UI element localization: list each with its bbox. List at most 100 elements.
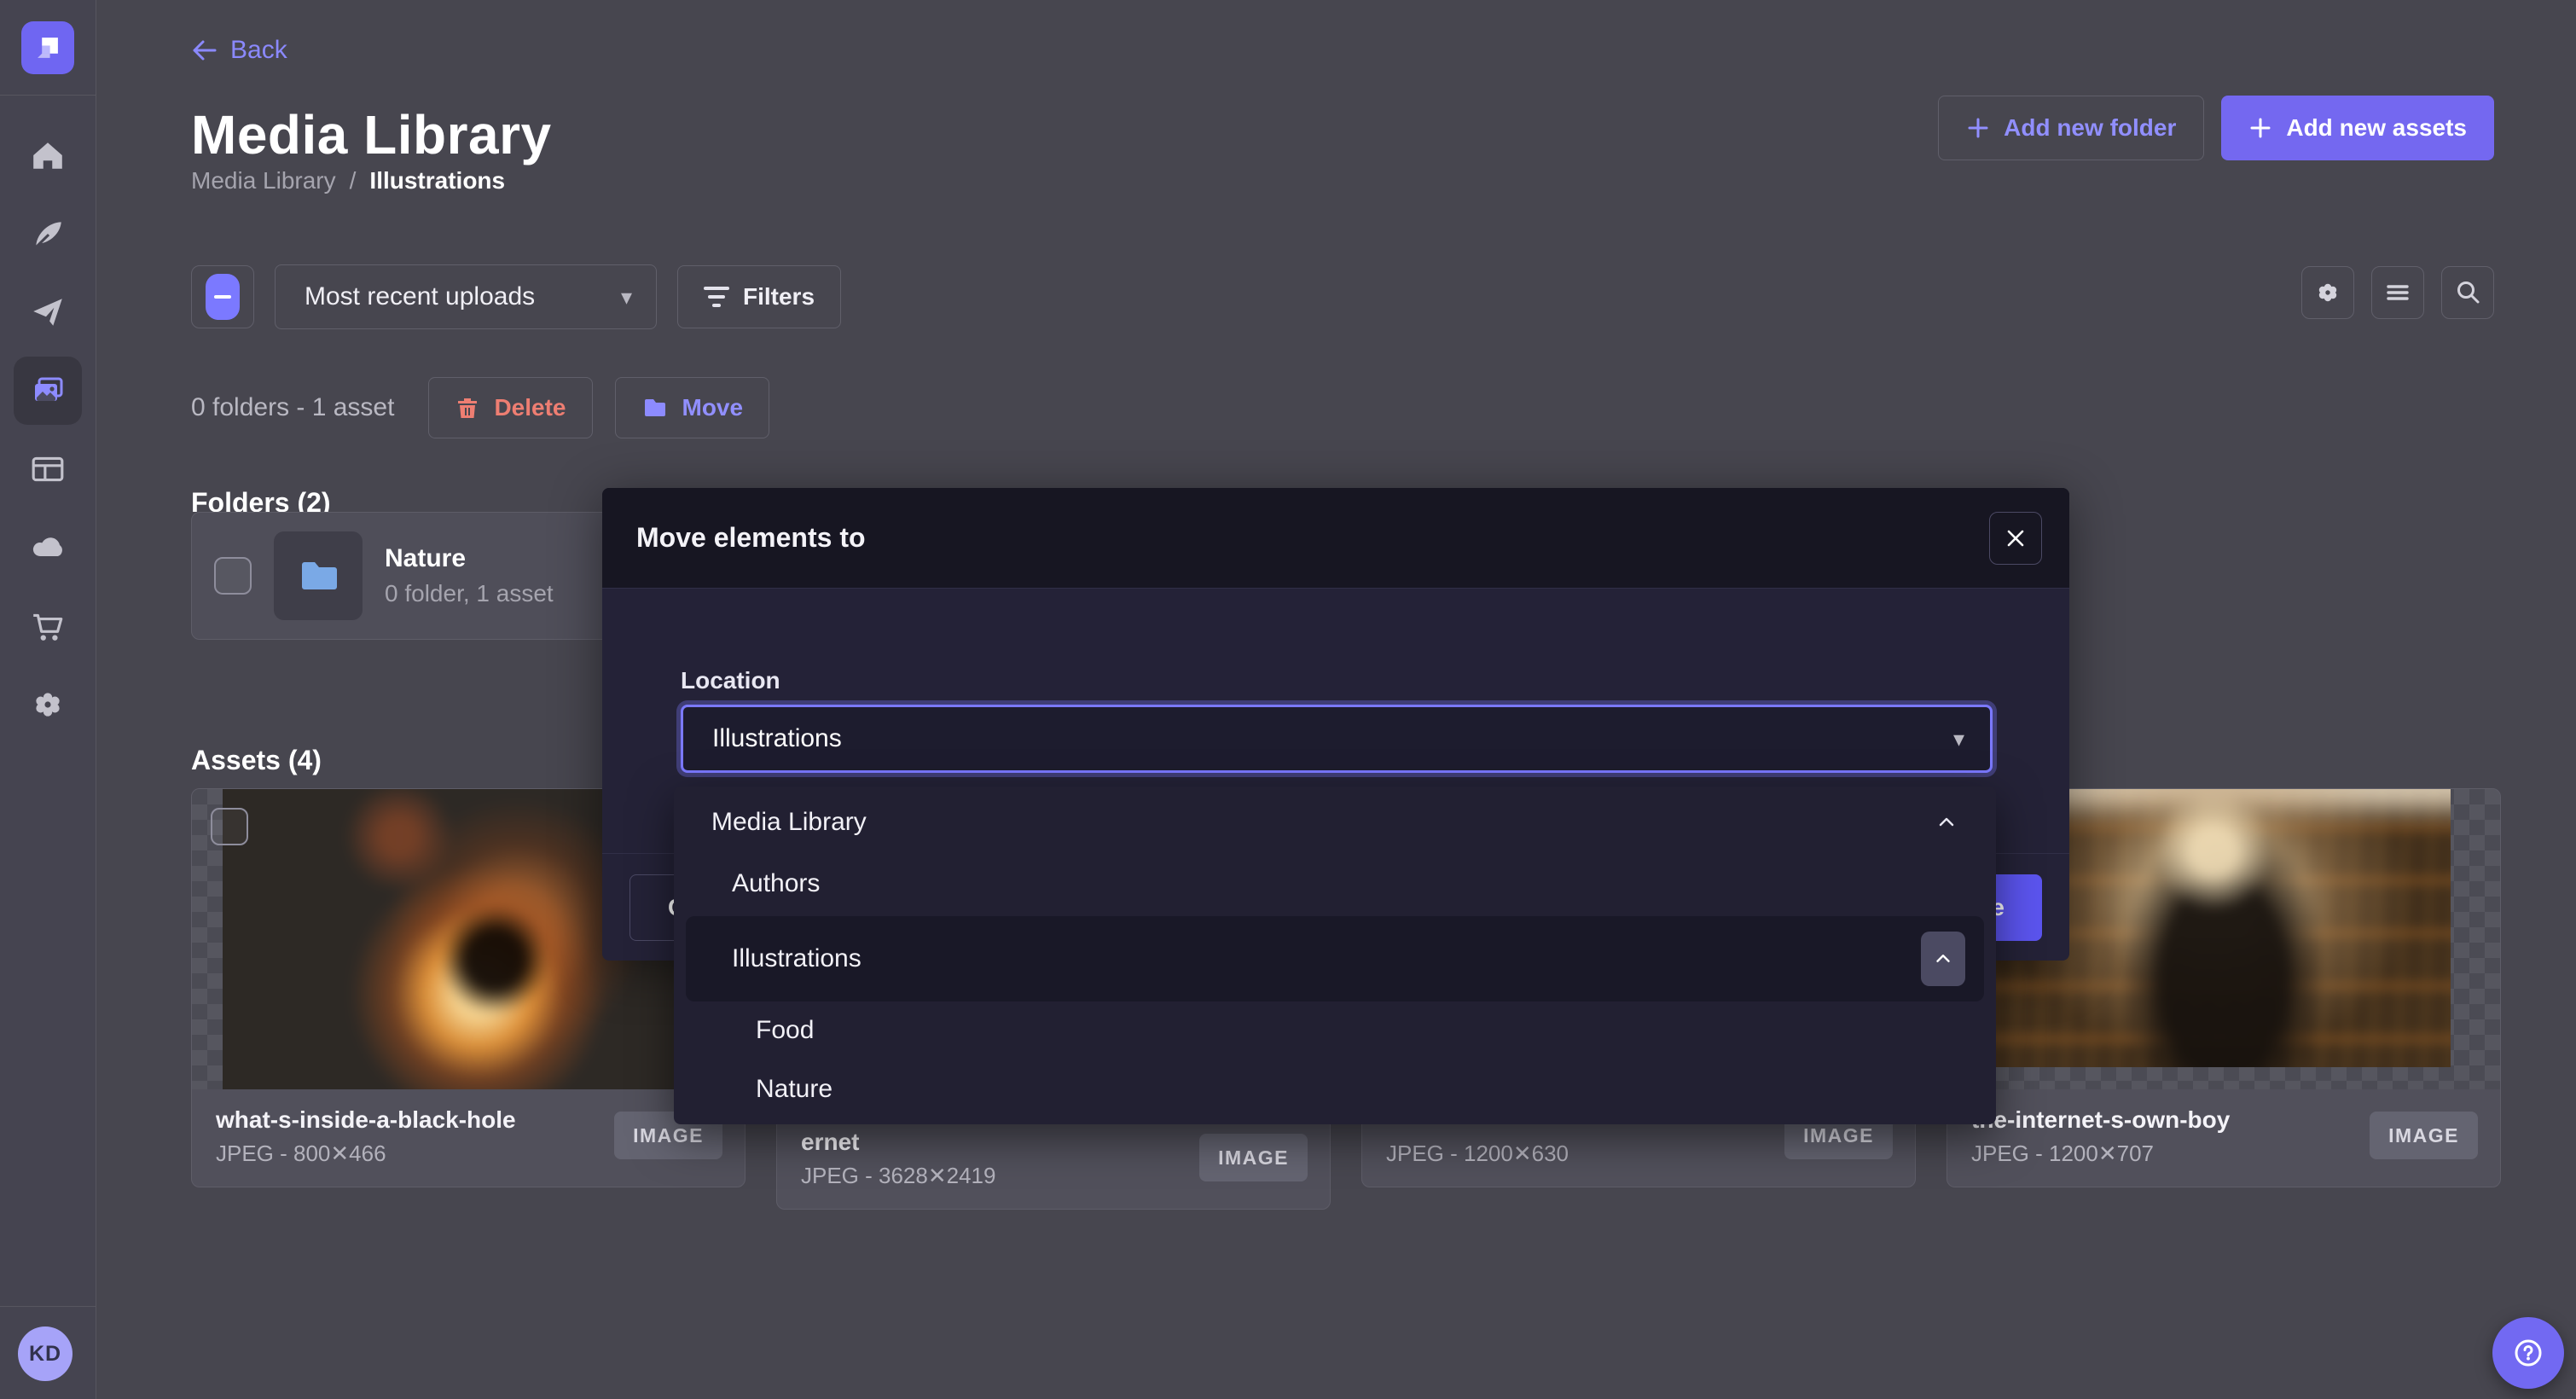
header-actions: Add new folder Add new assets	[1938, 96, 2494, 160]
option-label: Food	[756, 1016, 814, 1045]
move-button[interactable]: Move	[615, 377, 770, 438]
sort-select[interactable]: Most recent uploads ▾	[275, 264, 657, 329]
option-nature[interactable]: Nature	[674, 1060, 1996, 1119]
sidebar-item-settings[interactable]	[0, 665, 96, 744]
back-arrow-icon	[191, 37, 218, 64]
back-label: Back	[230, 36, 287, 65]
home-icon	[30, 137, 66, 173]
cart-icon	[30, 608, 66, 644]
configure-view-button[interactable]	[2301, 266, 2354, 319]
location-select[interactable]: Illustrations ▾	[681, 705, 1993, 773]
option-label: Illustrations	[732, 944, 862, 973]
location-label: Location	[681, 667, 780, 694]
move-label: Move	[682, 394, 744, 421]
folder-meta: 0 folder, 1 asset	[385, 580, 554, 607]
delete-button[interactable]: Delete	[428, 377, 592, 438]
chevron-up-icon	[1932, 948, 1954, 970]
add-new-folder-button[interactable]: Add new folder	[1938, 96, 2204, 160]
media-library-app: KD Back Media Library Media Library / Il…	[0, 0, 2576, 1399]
select-all-checkbox[interactable]	[191, 265, 254, 328]
option-label: Nature	[756, 1075, 833, 1104]
asset-label: what-s-inside-a-black-hole JPEG - 800✕46…	[192, 1089, 745, 1187]
modal-close-button[interactable]	[1989, 512, 2042, 565]
close-icon	[2005, 527, 2027, 549]
list-icon	[2383, 278, 2412, 307]
delete-label: Delete	[494, 394, 566, 421]
avatar-initials: KD	[29, 1342, 61, 1367]
gear-icon	[30, 687, 66, 723]
modal-header: Move elements to	[602, 488, 2069, 589]
modal-title: Move elements to	[636, 522, 866, 554]
breadcrumb-separator: /	[350, 167, 357, 194]
collapse-button[interactable]	[1921, 932, 1965, 986]
add-new-assets-button[interactable]: Add new assets	[2221, 96, 2494, 160]
folder-name: Nature	[385, 544, 554, 573]
sort-value: Most recent uploads	[305, 282, 535, 311]
breadcrumb-current: Illustrations	[369, 167, 505, 194]
folder-blue-icon	[295, 553, 341, 599]
plus-icon	[1966, 116, 1990, 140]
sidebar-item-content-builder[interactable]	[0, 194, 96, 273]
sidebar-item-content-manager[interactable]	[0, 430, 96, 508]
add-folder-label: Add new folder	[2004, 114, 2176, 142]
question-mark-icon	[2509, 1334, 2547, 1372]
chevron-up-icon	[1935, 810, 1958, 834]
assets-heading: Assets (4)	[191, 745, 322, 776]
sidebar: KD	[0, 0, 96, 1399]
location-value: Illustrations	[712, 724, 842, 753]
plus-icon	[2248, 116, 2272, 140]
cloud-icon	[29, 529, 67, 566]
cog-icon	[2313, 278, 2342, 307]
folder-icon	[641, 394, 669, 421]
option-illustrations-selected[interactable]: Illustrations	[686, 916, 1984, 1001]
trash-icon	[455, 395, 480, 421]
search-icon	[2453, 278, 2482, 307]
option-food[interactable]: Food	[674, 1001, 1996, 1060]
selection-summary: 0 folders - 1 asset	[191, 393, 394, 422]
filters-button[interactable]: Filters	[677, 265, 841, 328]
media-library-active-chip	[14, 357, 82, 425]
list-view-button[interactable]	[2371, 266, 2424, 319]
option-label: Media Library	[711, 808, 867, 837]
location-dropdown: Media Library Authors Illustrations Food…	[674, 787, 1996, 1124]
option-authors[interactable]: Authors	[674, 852, 1996, 916]
feather-icon	[30, 216, 66, 252]
folder-checkbox[interactable]	[214, 557, 252, 595]
chevron-down-icon: ▾	[621, 284, 632, 311]
sidebar-divider	[0, 95, 96, 96]
sidebar-item-home[interactable]	[0, 116, 96, 194]
sidebar-nav	[0, 116, 96, 744]
search-button[interactable]	[2441, 266, 2494, 319]
sidebar-footer-divider	[0, 1306, 96, 1307]
strapi-logo-icon[interactable]	[21, 21, 74, 74]
paper-plane-icon	[30, 294, 66, 330]
toolbar: Most recent uploads ▾ Filters	[191, 264, 841, 329]
checkbox-indeterminate-icon	[206, 274, 240, 320]
add-assets-label: Add new assets	[2286, 114, 2467, 142]
asset-type-badge: IMAGE	[2370, 1112, 2478, 1159]
back-link[interactable]: Back	[191, 36, 287, 65]
view-actions	[2301, 266, 2494, 319]
option-label: Authors	[732, 869, 820, 898]
folder-thumb	[274, 531, 363, 620]
selection-bar: 0 folders - 1 asset Delete Move	[191, 377, 769, 438]
help-button[interactable]	[2492, 1317, 2564, 1389]
option-media-library[interactable]: Media Library	[674, 792, 1996, 852]
user-avatar[interactable]: KD	[18, 1326, 73, 1381]
layout-icon	[30, 451, 66, 487]
page-title: Media Library	[191, 103, 552, 166]
sidebar-item-deploy[interactable]	[0, 508, 96, 587]
asset-checkbox[interactable]	[211, 808, 248, 845]
asset-label: the-internet-s-own-boy JPEG - 1200✕707 I…	[1947, 1089, 2500, 1187]
filter-icon	[704, 287, 729, 307]
sidebar-item-releases[interactable]	[0, 273, 96, 351]
filters-label: Filters	[743, 283, 815, 311]
breadcrumb-parent[interactable]: Media Library	[191, 167, 336, 194]
folder-info: Nature 0 folder, 1 asset	[385, 544, 554, 607]
sidebar-item-media-library[interactable]	[0, 351, 96, 430]
sidebar-item-marketplace[interactable]	[0, 587, 96, 665]
chevron-down-icon: ▾	[1953, 726, 1964, 752]
asset-label: ernet JPEG - 3628✕2419 IMAGE	[777, 1112, 1330, 1210]
breadcrumb: Media Library / Illustrations	[191, 167, 505, 194]
images-icon	[29, 372, 67, 409]
